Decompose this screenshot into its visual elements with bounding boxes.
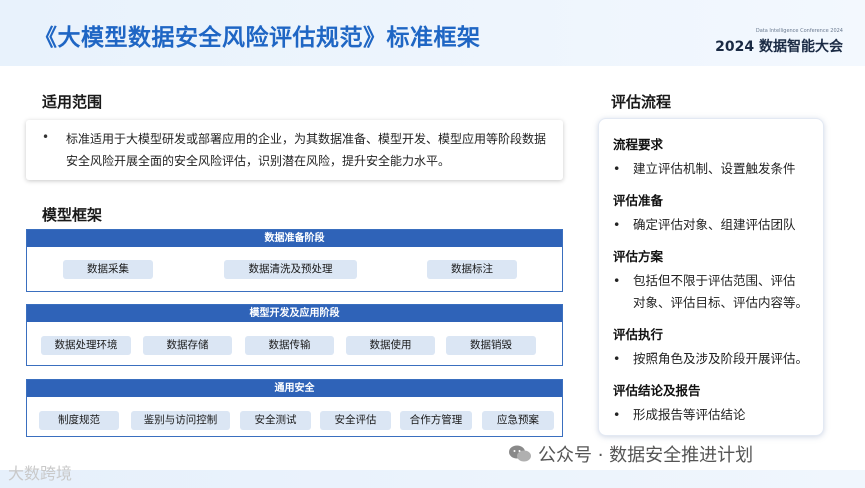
flow-step-title: 评估执行 xyxy=(613,327,664,342)
stage-item: 数据销毁 xyxy=(446,336,536,355)
watermark-right: 公众号 · 数据安全推进计划 xyxy=(508,441,753,467)
bullet-icon: • xyxy=(613,217,621,232)
stage-data-preparation: 数据准备阶段 数据采集 数据清洗及预处理 数据标注 xyxy=(26,229,563,292)
flow-box: 流程要求 • 建立评估机制、设置触发条件 评估准备 • 确定评估对象、组建评估团队 … xyxy=(598,118,824,436)
stage-item: 数据处理环境 xyxy=(41,336,131,355)
stage-item: 合作方管理 xyxy=(400,411,472,430)
flow-step-desc: • 确定评估对象、组建评估团队 xyxy=(613,214,796,236)
stage-item: 数据使用 xyxy=(346,336,435,355)
flow-step-title: 评估准备 xyxy=(613,193,664,208)
stage-item: 数据清洗及预处理 xyxy=(224,260,357,279)
stage-model-dev: 模型开发及应用阶段 数据处理环境 数据存储 数据传输 数据使用 数据销毁 xyxy=(26,304,563,366)
flow-step-desc: • 包括但不限于评估范围、评估 对象、评估目标、评估内容等。 xyxy=(613,270,808,314)
flow-step-title: 评估方案 xyxy=(613,249,664,264)
flow-heading: 评估流程 xyxy=(611,93,672,111)
scope-heading: 适用范围 xyxy=(42,93,103,111)
flow-step-desc: • 建立评估机制、设置触发条件 xyxy=(613,158,796,180)
stage-item: 数据存储 xyxy=(143,336,232,355)
conference-title: 2024 数据智能大会 xyxy=(715,39,843,55)
bullet-icon: • xyxy=(613,161,621,176)
stage-item: 安全评估 xyxy=(320,411,391,430)
stage-general-security: 通用安全 制度规范 鉴别与访问控制 安全测试 安全评估 合作方管理 应急预案 xyxy=(26,379,563,437)
stage-item: 安全测试 xyxy=(240,411,311,430)
stage-item: 应急预案 xyxy=(482,411,554,430)
stage-item: 数据采集 xyxy=(63,260,153,279)
footer-band xyxy=(0,470,865,488)
stage-title: 模型开发及应用阶段 xyxy=(27,305,562,322)
stage-item: 制度规范 xyxy=(39,411,119,430)
stage-item: 鉴别与访问控制 xyxy=(131,411,230,430)
scope-box: • 标准适用于大模型研发或部署应用的企业，为其数据准备、模型开发、模型应用等阶段… xyxy=(26,120,563,180)
flow-step-desc: • 按照角色及涉及阶段开展评估。 xyxy=(613,348,808,370)
scope-text: 标准适用于大模型研发或部署应用的企业，为其数据准备、模型开发、模型应用等阶段数据… xyxy=(66,132,547,168)
bullet-icon: • xyxy=(613,407,621,422)
flow-step-desc: • 形成报告等评估结论 xyxy=(613,404,746,426)
page-title: 《大模型数据安全风险评估规范》标准框架 xyxy=(34,25,481,51)
bullet-icon: • xyxy=(613,351,621,366)
framework-heading: 模型框架 xyxy=(42,206,103,224)
stage-item: 数据标注 xyxy=(427,260,517,279)
stage-title: 数据准备阶段 xyxy=(27,230,562,247)
wechat-icon xyxy=(508,444,532,464)
watermark-left: 大数跨境 xyxy=(8,464,73,483)
stage-title: 通用安全 xyxy=(27,380,562,397)
flow-step-title: 流程要求 xyxy=(613,137,664,152)
conference-subtitle: Data Intelligence Conference 2024 xyxy=(755,28,843,34)
bullet-icon: • xyxy=(613,273,621,288)
bullet-icon: • xyxy=(42,130,50,144)
stage-item: 数据传输 xyxy=(245,336,334,355)
flow-step-title: 评估结论及报告 xyxy=(613,383,701,398)
